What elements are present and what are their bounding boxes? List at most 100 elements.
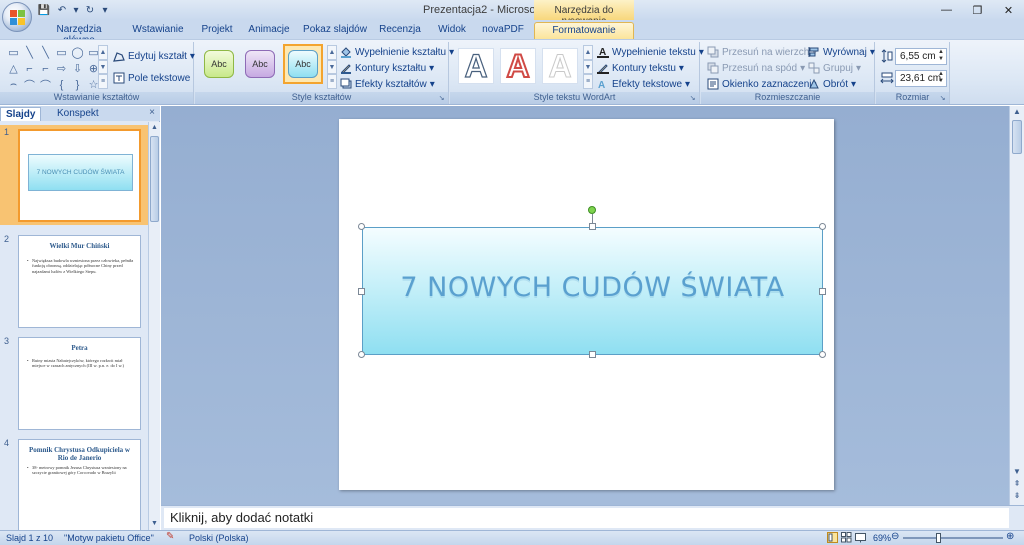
shape-styles-scroll[interactable]: ▲ ▼ ≡ — [327, 45, 337, 90]
language-indicator[interactable]: Polski (Polska) — [189, 533, 249, 543]
slide-title[interactable]: 7 NOWYCH CUDÓW ŚWIATA — [363, 272, 822, 303]
contextual-tab-header: Narzędzia do rysowania — [534, 0, 634, 27]
slide-thumbnail-3[interactable]: 3 Petra Ruiny miasta Nabatejczyków, któr… — [0, 334, 148, 434]
shape-width-input[interactable]: 23,61 cm ▲ ▼ — [895, 70, 947, 87]
slide-canvas[interactable]: 7 NOWYCH CUDÓW ŚWIATA — [339, 119, 834, 490]
office-button[interactable] — [2, 2, 32, 32]
normal-view-icon[interactable] — [827, 532, 838, 543]
shape-fill-button[interactable]: Wypełnienie kształtu ▾ — [340, 46, 454, 58]
shape-outline-button[interactable]: Kontury kształtu ▾ — [340, 62, 434, 74]
shape-option-9[interactable]: ⌐ — [38, 61, 53, 76]
text-fill-button[interactable]: A Wypełnienie tekstu ▾ — [597, 46, 704, 58]
wordart-style-outline-blue[interactable]: A — [458, 47, 494, 84]
tab-format[interactable]: Formatowanie — [534, 22, 634, 39]
tab-home[interactable]: Narzędzia główne — [40, 22, 118, 46]
notes-input[interactable]: Kliknij, aby dodać notatki — [164, 508, 1009, 528]
tab-view[interactable]: Widok — [432, 22, 472, 39]
slide-thumbnail-4[interactable]: 4 Pomnik Chrystusa Odkupiciela w Rio de … — [0, 436, 148, 530]
wordart-style-light[interactable]: A — [542, 47, 578, 84]
text-outline-button[interactable]: Kontury tekstu ▾ — [597, 62, 684, 74]
resize-handle-bottom-right[interactable] — [819, 351, 826, 358]
resize-handle-right[interactable] — [819, 288, 826, 295]
restore-button[interactable]: ❐ — [962, 0, 993, 20]
shape-effects-button[interactable]: Efekty kształtów ▾ — [340, 78, 435, 90]
shape-style-green[interactable]: Abc — [204, 50, 234, 78]
size-dialog-launcher[interactable]: ↘ — [938, 94, 947, 103]
resize-handle-bottom-left[interactable] — [358, 351, 365, 358]
rotate-button[interactable]: Obrót ▾ — [808, 78, 856, 90]
shape-option-1[interactable]: ▭ — [6, 45, 21, 60]
wordart-style-red[interactable]: A — [500, 47, 536, 85]
scroll-up-icon[interactable]: ▲ — [149, 122, 160, 134]
scroll-thumb[interactable] — [150, 136, 159, 222]
minimize-button[interactable]: — — [931, 0, 962, 20]
slide-thumbnail-2[interactable]: 2 Wielki Mur Chiński Największa budowla … — [0, 232, 148, 332]
shape-option-5[interactable]: ◯ — [70, 45, 85, 60]
shape-style-purple[interactable]: Abc — [245, 50, 275, 78]
shape-option-2[interactable]: ╲ — [22, 45, 37, 60]
shape-option-10[interactable]: ⇨ — [54, 61, 69, 76]
tab-review[interactable]: Recenzja — [378, 22, 422, 39]
shape-option-15[interactable]: ⌒ — [38, 77, 53, 92]
shape-style-cyan[interactable]: Abc — [288, 50, 318, 78]
title-shape[interactable]: 7 NOWYCH CUDÓW ŚWIATA — [362, 227, 823, 355]
zoom-slider[interactable] — [903, 533, 1003, 543]
zoom-level[interactable]: 69% — [873, 533, 891, 543]
wordart-styles-scroll[interactable]: ▲ ▼ ≡ — [583, 45, 593, 90]
main-vertical-scrollbar[interactable]: ▲ ▼ ⇞ ⇟ — [1009, 106, 1024, 505]
tab-design[interactable]: Projekt — [196, 22, 238, 39]
resize-handle-left[interactable] — [358, 288, 365, 295]
thumbnails-scrollbar[interactable]: ▲ ▼ — [148, 122, 160, 530]
close-button[interactable]: ✕ — [993, 0, 1024, 20]
resize-handle-bottom[interactable] — [589, 351, 596, 358]
tab-slides[interactable]: Slajdy — [0, 107, 42, 121]
wordart-dialog-launcher[interactable]: ↘ — [688, 94, 697, 103]
zoom-in-icon[interactable]: ⊕ — [1006, 531, 1014, 542]
shape-option-8[interactable]: ⌐ — [22, 61, 37, 76]
tab-insert[interactable]: Wstawianie — [128, 22, 188, 39]
scroll-down-icon[interactable]: ▼ — [1011, 466, 1023, 478]
scroll-up-icon[interactable]: ▲ — [1011, 106, 1023, 118]
shape-option-14[interactable]: ⌒ — [22, 77, 37, 92]
text-effects-button[interactable]: A Efekty tekstowe ▾ — [597, 78, 690, 91]
edit-shape-button[interactable]: Edytuj kształt ▾ — [113, 50, 195, 62]
spellcheck-icon[interactable]: ✎ — [166, 531, 174, 542]
zoom-slider-knob[interactable] — [936, 533, 941, 543]
send-to-back-button[interactable]: Przesuń na spód ▾ — [707, 62, 805, 74]
shape-option-4[interactable]: ▭ — [54, 45, 69, 60]
text-box-button[interactable]: Pole tekstowe — [113, 72, 190, 84]
next-slide-icon[interactable]: ⇟ — [1011, 490, 1023, 502]
slide-sorter-view-icon[interactable] — [841, 532, 852, 543]
shape-option-16[interactable]: { — [54, 77, 69, 92]
width-spin-arrows[interactable]: ▲ ▼ — [937, 71, 945, 86]
shape-option-3[interactable]: ╲ — [38, 45, 53, 60]
align-button[interactable]: Wyrównaj ▾ — [808, 46, 875, 58]
shape-option-11[interactable]: ⇩ — [70, 61, 85, 76]
group-button[interactable]: Grupuj ▾ — [808, 62, 861, 74]
tab-animations[interactable]: Animacje — [246, 22, 292, 39]
shape-option-17[interactable]: } — [70, 77, 85, 92]
close-pane-icon[interactable]: × — [149, 107, 155, 118]
resize-handle-top-left[interactable] — [358, 223, 365, 230]
resize-handle-top[interactable] — [589, 223, 596, 230]
slide-thumbnail-1[interactable]: 1 7 NOWYCH CUDÓW ŚWIATA — [0, 125, 148, 225]
height-spin-arrows[interactable]: ▲ ▼ — [937, 49, 945, 64]
theme-name[interactable]: "Motyw pakietu Office" — [64, 533, 154, 543]
selection-pane-button[interactable]: Okienko zaznaczenia — [707, 78, 817, 90]
rotation-handle[interactable] — [588, 206, 596, 214]
resize-handle-top-right[interactable] — [819, 223, 826, 230]
tab-outline[interactable]: Konspekt — [52, 107, 104, 121]
slide-show-view-icon[interactable] — [855, 532, 866, 543]
zoom-out-icon[interactable]: ⊖ — [891, 531, 899, 542]
previous-slide-icon[interactable]: ⇞ — [1011, 478, 1023, 490]
tab-novapdf[interactable]: novaPDF — [480, 22, 526, 39]
shapes-gallery-scroll[interactable]: ▲ ▼ ≡ — [98, 45, 108, 90]
shape-option-7[interactable]: △ — [6, 61, 21, 76]
shape-height-input[interactable]: 6,55 cm ▲ ▼ — [895, 48, 947, 65]
shape-styles-dialog-launcher[interactable]: ↘ — [437, 94, 446, 103]
bring-to-front-button[interactable]: Przesuń na wierzch ▾ — [707, 46, 817, 58]
main-scroll-thumb[interactable] — [1012, 120, 1022, 154]
tab-slide-show[interactable]: Pokaz slajdów — [302, 22, 368, 39]
shape-option-13[interactable]: ⌢ — [6, 77, 21, 92]
scroll-down-icon[interactable]: ▼ — [149, 518, 160, 530]
